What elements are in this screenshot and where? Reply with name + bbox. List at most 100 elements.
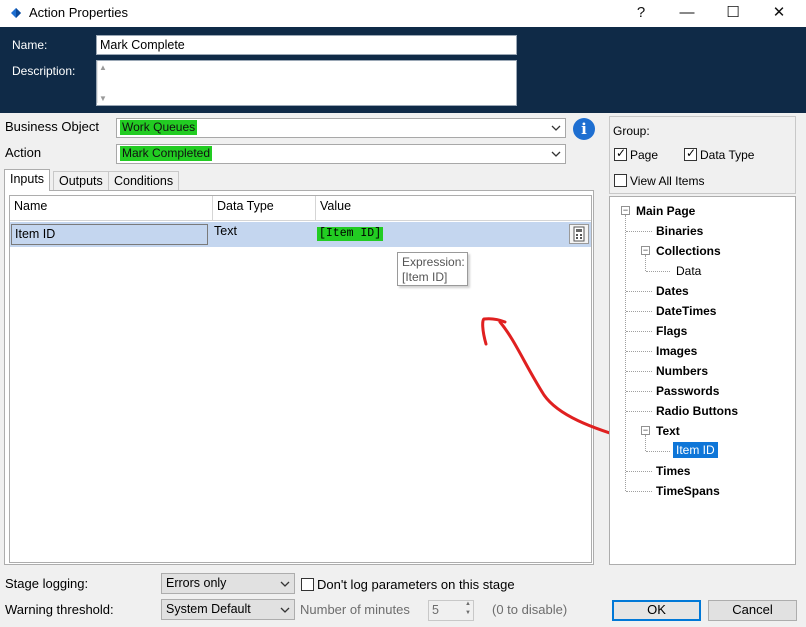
page-checkbox-label[interactable]: Page bbox=[630, 148, 658, 162]
data-type-checkbox-label[interactable]: Data Type bbox=[700, 148, 754, 162]
chevron-down-icon bbox=[280, 581, 290, 587]
tree-connector bbox=[645, 255, 646, 271]
ok-button[interactable]: OK bbox=[612, 600, 701, 621]
tree-node-images[interactable]: Images bbox=[656, 344, 697, 358]
tree-node-item-id[interactable]: Item ID bbox=[673, 442, 718, 458]
action-value: Mark Completed bbox=[120, 146, 213, 161]
column-header-data-type[interactable]: Data Type bbox=[213, 196, 316, 221]
collapse-collections-icon[interactable]: − bbox=[641, 246, 650, 255]
dont-log-parameters-label[interactable]: Don't log parameters on this stage bbox=[317, 577, 515, 592]
view-all-checkbox[interactable] bbox=[614, 174, 627, 187]
business-object-dropdown[interactable]: Work Queues bbox=[116, 118, 566, 138]
stage-logging-value: Errors only bbox=[166, 576, 227, 590]
name-field[interactable]: Mark Complete bbox=[96, 35, 517, 55]
tree-connector bbox=[626, 491, 652, 492]
cancel-button[interactable]: Cancel bbox=[708, 600, 797, 621]
row-data-type-cell: Text bbox=[214, 224, 237, 238]
checkmark-icon: ✓ bbox=[686, 146, 697, 160]
tree-node-binaries[interactable]: Binaries bbox=[656, 224, 703, 238]
tree-connector bbox=[626, 291, 652, 292]
minutes-stepper: 5 ▲ ▼ bbox=[428, 600, 474, 621]
close-button[interactable]: ✕ bbox=[756, 0, 802, 27]
business-object-label: Business Object bbox=[5, 119, 99, 134]
tree-connector bbox=[626, 231, 652, 232]
collapse-main-page-icon[interactable]: − bbox=[621, 206, 630, 215]
stepper-down-icon: ▼ bbox=[465, 610, 471, 616]
warning-threshold-value: System Default bbox=[166, 602, 251, 616]
data-type-checkbox[interactable]: ✓ bbox=[684, 146, 697, 161]
info-icon[interactable]: i bbox=[573, 118, 595, 140]
dont-log-parameters-checkbox[interactable] bbox=[301, 578, 314, 591]
tree-connector bbox=[626, 351, 652, 352]
minutes-value: 5 bbox=[432, 603, 439, 617]
view-all-checkbox-label[interactable]: View All Items bbox=[630, 174, 704, 188]
title-bar: Action Properties ? — ☐ ✕ bbox=[0, 0, 806, 27]
warning-threshold-dropdown[interactable]: System Default bbox=[161, 599, 295, 620]
calculator-icon bbox=[573, 226, 585, 242]
help-button[interactable]: ? bbox=[618, 0, 664, 27]
business-object-value: Work Queues bbox=[120, 120, 198, 135]
stage-logging-dropdown[interactable]: Errors only bbox=[161, 573, 295, 594]
tree-node-main-page[interactable]: Main Page bbox=[636, 204, 695, 218]
column-header-value[interactable]: Value bbox=[316, 196, 591, 221]
action-label: Action bbox=[5, 145, 42, 160]
row-value-cell[interactable]: [Item ID] bbox=[317, 227, 384, 241]
description-field[interactable]: ▲ ▼ bbox=[96, 60, 517, 106]
tree-node-timespans[interactable]: TimeSpans bbox=[656, 484, 720, 498]
table-row[interactable]: Item ID Text [Item ID] bbox=[10, 222, 591, 247]
tab-outputs[interactable]: Outputs bbox=[53, 171, 109, 190]
tree-node-radio-buttons[interactable]: Radio Buttons bbox=[656, 404, 738, 418]
tree-node-text[interactable]: Text bbox=[656, 424, 680, 438]
stage-logging-label: Stage logging: bbox=[5, 576, 89, 591]
row-name-cell[interactable]: Item ID bbox=[11, 224, 208, 245]
column-header-name[interactable]: Name bbox=[10, 196, 213, 221]
checkmark-icon: ✓ bbox=[616, 146, 627, 160]
disable-hint: (0 to disable) bbox=[492, 602, 568, 617]
tree-node-numbers[interactable]: Numbers bbox=[656, 364, 708, 378]
tree-node-datetimes[interactable]: DateTimes bbox=[656, 304, 716, 318]
chevron-down-icon bbox=[551, 151, 561, 157]
group-label: Group: bbox=[613, 124, 650, 138]
description-scrollbar[interactable]: ▲ ▼ bbox=[97, 61, 111, 103]
chevron-down-icon bbox=[280, 607, 290, 613]
warning-threshold-label: Warning threshold: bbox=[5, 602, 114, 617]
tree-connector bbox=[626, 331, 652, 332]
tree-connector bbox=[626, 471, 652, 472]
number-of-minutes-label: Number of minutes bbox=[300, 602, 410, 617]
action-dropdown[interactable]: Mark Completed bbox=[116, 144, 566, 164]
maximize-button[interactable]: ☐ bbox=[710, 0, 756, 27]
tree-connector bbox=[626, 311, 652, 312]
tree-node-collections[interactable]: Collections bbox=[656, 244, 721, 258]
stepper-up-icon: ▲ bbox=[465, 601, 471, 607]
tree-node-data[interactable]: Data bbox=[676, 264, 701, 278]
collapse-text-icon[interactable]: − bbox=[641, 426, 650, 435]
tooltip-expression: [Item ID] bbox=[402, 270, 448, 284]
tab-inputs[interactable]: Inputs bbox=[4, 169, 51, 191]
tooltip-title: Expression: bbox=[402, 255, 465, 269]
description-label: Description: bbox=[12, 64, 76, 78]
scroll-down-icon[interactable]: ▼ bbox=[99, 94, 107, 103]
tree-node-times[interactable]: Times bbox=[656, 464, 690, 478]
tree-connector bbox=[645, 435, 646, 451]
tab-conditions[interactable]: Conditions bbox=[108, 171, 180, 190]
scroll-up-icon[interactable]: ▲ bbox=[99, 63, 107, 72]
tree-connector bbox=[626, 371, 652, 372]
tree-connector bbox=[626, 391, 652, 392]
name-label: Name: bbox=[12, 38, 48, 52]
tree-node-flags[interactable]: Flags bbox=[656, 324, 687, 338]
chevron-down-icon bbox=[551, 125, 561, 131]
window-title: Action Properties bbox=[29, 5, 128, 20]
expression-editor-button[interactable] bbox=[569, 224, 589, 244]
tree-node-passwords[interactable]: Passwords bbox=[656, 384, 719, 398]
data-item-tree: − − − Main Page Binaries Collections Dat… bbox=[609, 196, 796, 565]
app-icon bbox=[11, 8, 21, 18]
tree-connector bbox=[626, 411, 652, 412]
tree-connector bbox=[646, 271, 670, 272]
grid-header: Name Data Type Value bbox=[10, 196, 591, 221]
tree-connector bbox=[625, 215, 626, 491]
page-checkbox[interactable]: ✓ bbox=[614, 146, 627, 161]
minimize-button[interactable]: — bbox=[664, 0, 710, 27]
tree-node-dates[interactable]: Dates bbox=[656, 284, 689, 298]
tree-connector bbox=[646, 451, 670, 452]
expression-tooltip: Expression: [Item ID] bbox=[397, 252, 468, 286]
